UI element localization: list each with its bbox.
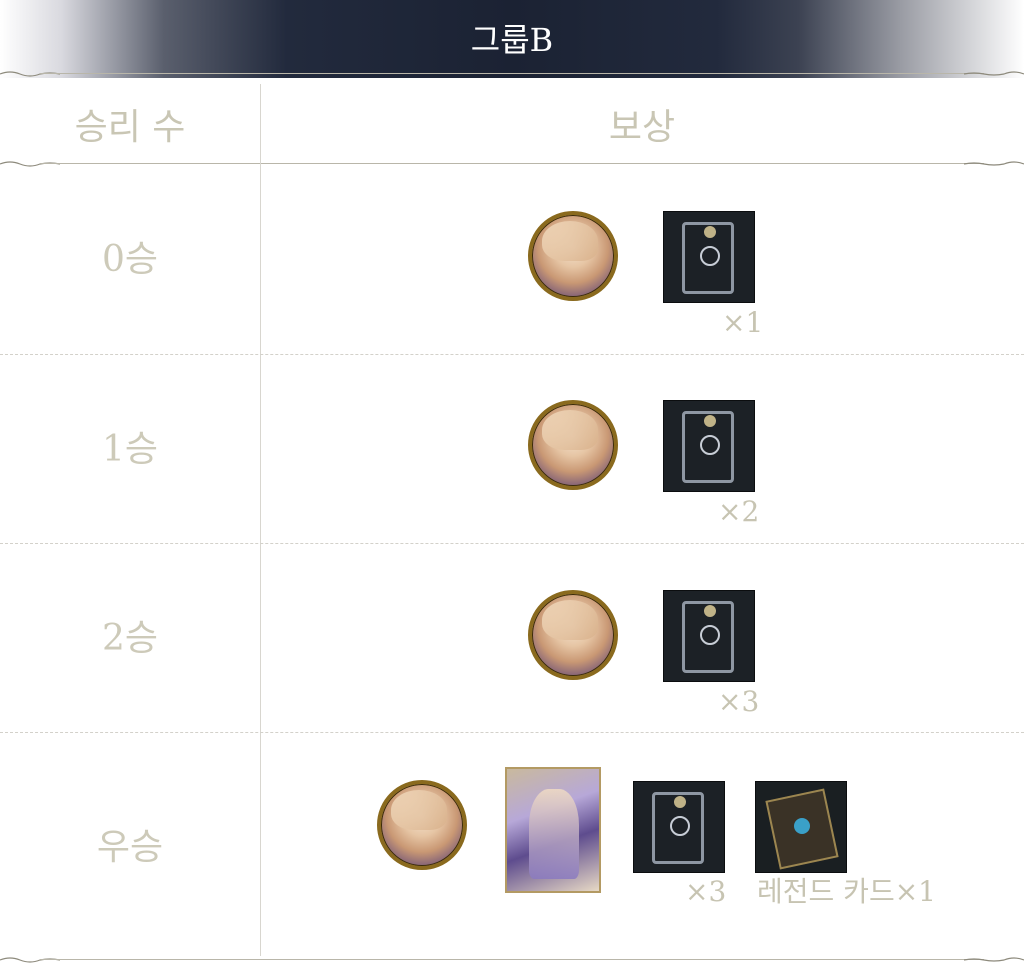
legend-card-reward: 레전드 카드×1 <box>757 875 936 908</box>
card-pack-icon <box>663 400 755 492</box>
header-reward: 보상 <box>608 107 676 148</box>
reward-quantity: ×2 <box>718 495 760 528</box>
card-pack-icon <box>633 781 725 873</box>
row-divider <box>0 354 1024 355</box>
legend-card-icon <box>755 781 847 873</box>
character-card-icon <box>505 767 601 893</box>
character-portrait-icon <box>528 400 618 490</box>
column-divider <box>260 84 261 956</box>
group-banner: 그룹B <box>0 0 1024 78</box>
reward-quantity: ×3 <box>685 875 727 908</box>
ornament-divider <box>0 70 1024 78</box>
card-pack-icon <box>663 211 755 303</box>
wins-label: 0승 <box>101 239 159 280</box>
card-pack-icon <box>663 590 755 682</box>
header-wins: 승리 수 <box>74 107 186 148</box>
reward-quantity: ×1 <box>722 306 764 339</box>
character-portrait-icon <box>528 211 618 301</box>
character-portrait-icon <box>528 590 618 680</box>
ornament-divider <box>0 160 1024 168</box>
row-divider <box>0 732 1024 733</box>
character-portrait-icon <box>377 780 467 870</box>
wins-label: 우승 <box>96 827 164 868</box>
wins-label: 2승 <box>101 618 159 659</box>
group-title: 그룹B <box>470 21 554 59</box>
wins-label: 1승 <box>101 429 159 470</box>
ornament-divider <box>0 956 1024 964</box>
reward-quantity: ×3 <box>718 685 760 718</box>
row-divider <box>0 543 1024 544</box>
